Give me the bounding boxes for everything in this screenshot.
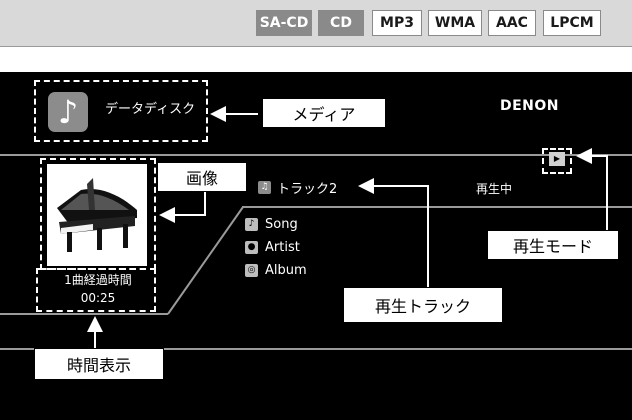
format-badge-wma: WMA (428, 10, 482, 36)
callout-image: 画像 (157, 162, 247, 192)
format-badge-cd: CD (318, 10, 364, 36)
playback-status: 再生中 (476, 182, 513, 196)
album-row: ◎ Album (245, 263, 307, 278)
media-label: データディスク (105, 102, 196, 117)
play-mode-icon: ▶ (549, 152, 565, 166)
format-badge-mp3: MP3 (372, 10, 422, 36)
album-artwork (47, 164, 147, 266)
album-name: Album (265, 263, 307, 278)
callout-time-display: 時間表示 (34, 348, 164, 380)
song-title: Song (265, 217, 298, 232)
brand-logo: DENON (500, 98, 560, 114)
format-strip: SA-CD CD MP3 WMA AAC LPCM (0, 0, 632, 47)
track-icon: ♫ (258, 181, 271, 194)
artist-row: ● Artist (245, 240, 300, 255)
grand-piano-icon (57, 178, 137, 252)
song-row: ♪ Song (245, 217, 298, 232)
elapsed-time-label: 1曲経過時間 (64, 273, 132, 287)
callout-play-track: 再生トラック (343, 287, 503, 323)
format-badge-lpcm: LPCM (543, 10, 601, 36)
callout-play-mode: 再生モード (487, 230, 619, 260)
track-row: ♫ トラック2 (258, 178, 337, 197)
track-number: トラック2 (277, 182, 338, 197)
music-note-icon: ♪ (48, 92, 88, 132)
artist-icon: ● (245, 241, 258, 254)
callout-media: メディア (262, 98, 386, 128)
format-badge-aac: AAC (488, 10, 536, 36)
album-icon: ◎ (245, 264, 258, 277)
elapsed-time-value: 00:25 (80, 291, 116, 305)
format-badge-sacd: SA-CD (256, 10, 312, 36)
song-icon: ♪ (245, 218, 258, 231)
artist-name: Artist (265, 240, 300, 255)
